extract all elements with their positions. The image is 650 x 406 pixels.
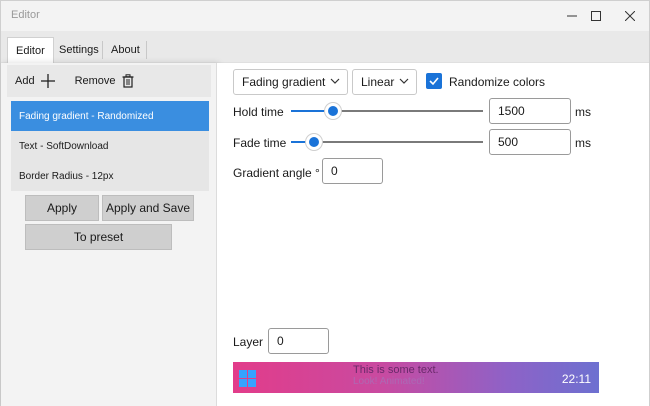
fade-time-label: Fade time bbox=[233, 136, 287, 150]
slider-thumb[interactable] bbox=[325, 103, 341, 119]
tab-about[interactable]: About bbox=[103, 37, 148, 63]
hold-time-value: 1500 bbox=[498, 104, 525, 118]
slider-thumb[interactable] bbox=[306, 134, 322, 150]
tab-editor[interactable]: Editor bbox=[7, 37, 54, 63]
tab-separator bbox=[146, 41, 147, 59]
preview-text-line2: Look! Animated! bbox=[353, 376, 425, 387]
editor-window: Editor Editor Settings About Add Remove bbox=[0, 0, 650, 406]
apply-and-save-button[interactable]: Apply and Save bbox=[102, 195, 194, 221]
effect-select-value: Fading gradient bbox=[242, 75, 326, 89]
fade-time-unit: ms bbox=[575, 136, 591, 150]
preview-text-line1: This is some text. bbox=[353, 364, 439, 376]
hold-time-input[interactable]: 1500 bbox=[489, 98, 571, 124]
taskbar-preview: This is some text. Look! Animated! 22:11 bbox=[233, 362, 599, 393]
list-item[interactable]: Fading gradient - Randomized bbox=[11, 101, 209, 131]
window-title: Editor bbox=[11, 9, 40, 21]
plus-icon bbox=[40, 74, 55, 88]
layer-value: 0 bbox=[277, 334, 284, 348]
remove-label: Remove bbox=[74, 75, 116, 87]
chevron-down-icon bbox=[330, 78, 340, 84]
taskbar-clock: 22:11 bbox=[561, 372, 591, 386]
fade-time-value: 500 bbox=[498, 135, 519, 149]
apply-button[interactable]: Apply bbox=[25, 195, 99, 221]
hold-time-label: Hold time bbox=[233, 105, 284, 119]
hold-time-slider[interactable] bbox=[291, 101, 483, 121]
randomize-colors-checkbox[interactable] bbox=[426, 73, 442, 89]
preset-list: Fading gradient - Randomized Text - Soft… bbox=[11, 101, 209, 191]
add-label: Add bbox=[15, 75, 35, 87]
interpolation-select[interactable]: Linear bbox=[352, 69, 417, 95]
fade-time-input[interactable]: 500 bbox=[489, 129, 571, 155]
list-item[interactable]: Text - SoftDownload bbox=[11, 131, 209, 161]
chevron-down-icon bbox=[399, 78, 409, 84]
gradient-angle-input[interactable]: 0 bbox=[322, 158, 383, 184]
trash-icon bbox=[122, 74, 134, 88]
effect-select[interactable]: Fading gradient bbox=[233, 69, 348, 95]
to-preset-button[interactable]: To preset bbox=[25, 224, 172, 250]
gradient-angle-value: 0 bbox=[331, 164, 338, 178]
hold-time-unit: ms bbox=[575, 105, 591, 119]
sidebar-toolbar: Add Remove bbox=[7, 65, 211, 97]
titlebar: Editor bbox=[1, 1, 649, 31]
tab-bar: Editor Settings About bbox=[1, 31, 649, 63]
close-button[interactable] bbox=[607, 1, 650, 31]
layer-label: Layer bbox=[233, 335, 264, 349]
preset-sidebar: Add Remove Fading gradient - Randomized … bbox=[1, 63, 217, 406]
remove-button[interactable]: Remove bbox=[67, 68, 142, 94]
tab-settings[interactable]: Settings bbox=[51, 37, 107, 63]
interpolation-select-value: Linear bbox=[361, 75, 395, 89]
close-icon bbox=[625, 11, 635, 21]
randomize-colors-label: Randomize colors bbox=[449, 75, 546, 89]
checkmark-icon bbox=[429, 77, 439, 86]
add-button[interactable]: Add bbox=[7, 68, 63, 94]
list-item[interactable]: Border Radius - 12px bbox=[11, 161, 209, 191]
windows-logo-icon bbox=[239, 370, 256, 387]
fade-time-slider[interactable] bbox=[291, 132, 483, 152]
maximize-icon bbox=[591, 11, 601, 21]
layer-input[interactable]: 0 bbox=[268, 328, 329, 354]
gradient-angle-label: Gradient angle ° bbox=[233, 166, 320, 180]
